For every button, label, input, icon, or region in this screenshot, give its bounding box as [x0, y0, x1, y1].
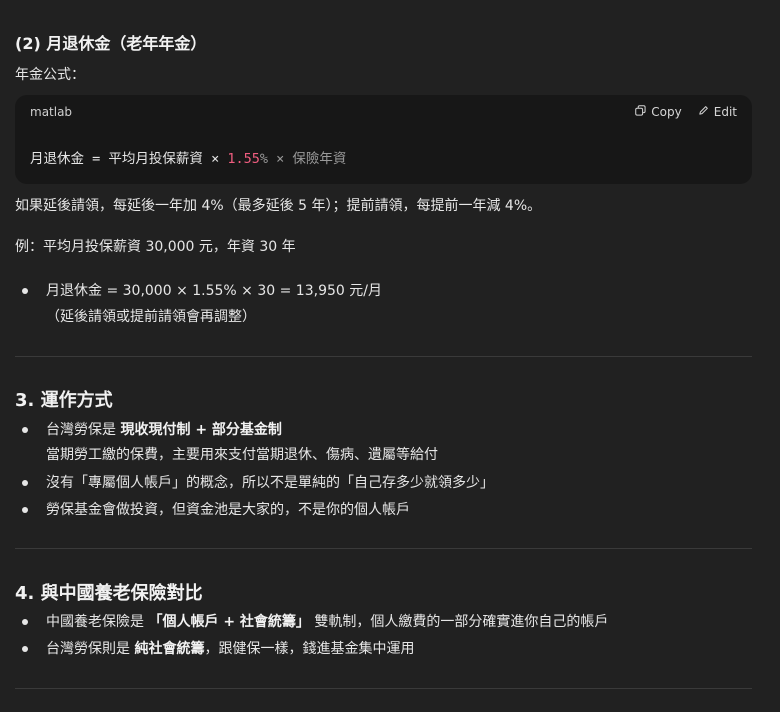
code-term-years: 保險年資 [292, 151, 347, 167]
copy-label: Copy [651, 105, 682, 119]
edit-icon [698, 105, 709, 119]
copy-icon [635, 105, 646, 119]
bullet-dot [22, 480, 28, 486]
code-formula: 月退休金 = 平均月投保薪資 × 1.55% × 保險年資 [30, 147, 346, 167]
copy-button[interactable]: Copy [635, 105, 682, 119]
section-4-heading: 4. 與中國養老保險對比 [15, 583, 203, 604]
list-item: 中國養老保險是 「個人帳戶 + 社會統籌」 雙軌制，個人繳費的一部分確實進你自己… [46, 614, 609, 630]
bullet-dot [22, 507, 28, 513]
example-adjust-note: （延後請領或提前請領會再調整） [46, 309, 256, 325]
list-item: 台灣勞保則是 純社會統籌，跟健保一樣，錢進基金集中運用 [46, 641, 415, 657]
list-item-sub: 當期勞工繳的保費，主要用來支付當期退休、傷病、遺屬等給付 [46, 447, 438, 463]
code-lhs: 月退休金 [30, 151, 84, 167]
example-text: 例：平均月投保薪資 30,000 元，年資 30 年 [15, 239, 296, 255]
code-percent: % [259, 151, 268, 167]
edit-button[interactable]: Edit [698, 105, 737, 119]
code-equals: = [92, 151, 101, 167]
bullet-dot [22, 646, 28, 652]
divider [15, 548, 752, 549]
bullet-dot [22, 288, 28, 294]
section-3-heading: 3. 運作方式 [15, 390, 113, 411]
code-rate: 1.55 [227, 151, 260, 167]
bullet-dot [22, 619, 28, 625]
list-item: 勞保基金會做投資，但資金池是大家的，不是你的個人帳戶 [46, 502, 410, 518]
divider [15, 688, 752, 689]
code-term-salary: 平均月投保薪資 [108, 151, 203, 167]
edit-label: Edit [713, 105, 737, 119]
bullet-dot [22, 427, 28, 433]
chat-message: (2) 月退休金（老年年金） 年金公式： matlab Copy Edit 月退… [0, 0, 780, 712]
divider [15, 356, 752, 357]
code-language-label: matlab [30, 105, 73, 119]
adjustment-note: 如果延後請領，每延後一年加 4%（最多延後 5 年）；提前請領，每提前一年減 4… [15, 198, 542, 214]
code-times-2: × [276, 151, 285, 167]
list-item: 台灣勞保是 現收現付制 + 部分基金制 [46, 422, 282, 438]
example-calculation: 月退休金 = 30,000 × 1.55% × 30 = 13,950 元/月 [46, 283, 382, 299]
list-item: 沒有「專屬個人帳戶」的概念，所以不是單純的「自己存多少就領多少」 [46, 475, 494, 491]
code-block: matlab Copy Edit 月退休金 = 平均月投保薪資 × 1.55% … [15, 95, 752, 184]
section-2-heading: (2) 月退休金（老年年金） [15, 34, 207, 53]
code-times: × [211, 151, 220, 167]
formula-label: 年金公式： [15, 67, 85, 83]
code-actions: Copy Edit [635, 105, 737, 119]
